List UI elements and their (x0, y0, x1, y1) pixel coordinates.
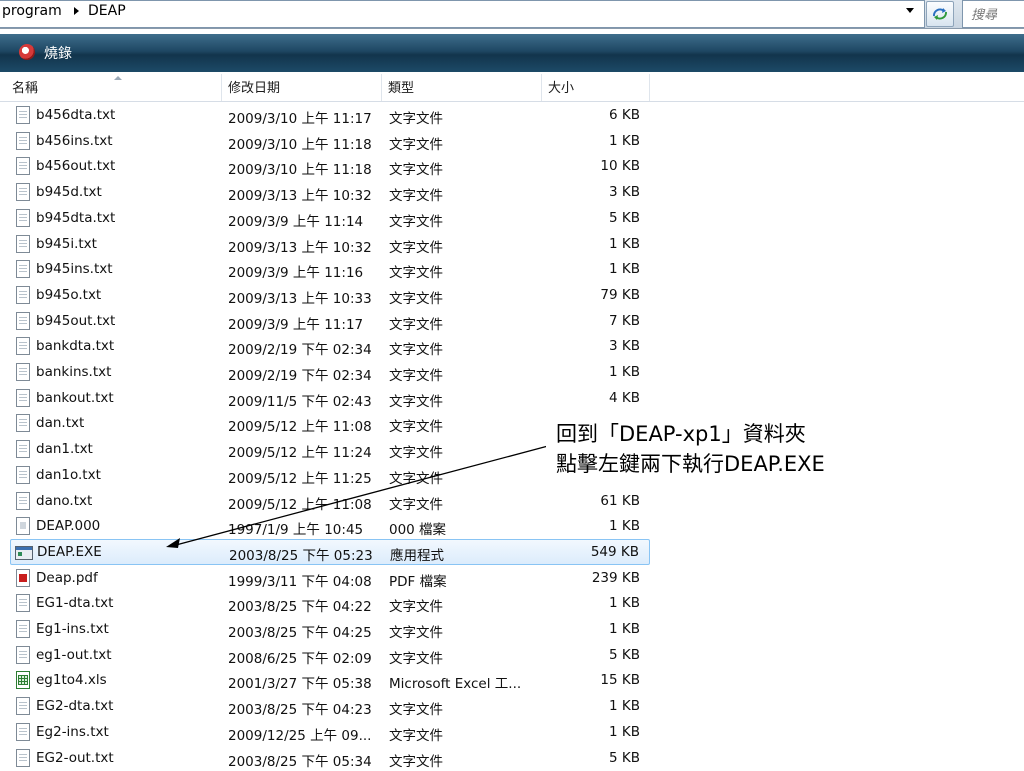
annotation-callout: 回到「DEAP-xp1」資料夾 點擊左鍵兩下執行DEAP.EXE (546, 410, 896, 480)
annotation-arrow (0, 0, 1024, 768)
annotation-line-2: 點擊左鍵兩下執行DEAP.EXE (556, 448, 825, 478)
annotation-line-1: 回到「DEAP-xp1」資料夾 (556, 418, 806, 448)
